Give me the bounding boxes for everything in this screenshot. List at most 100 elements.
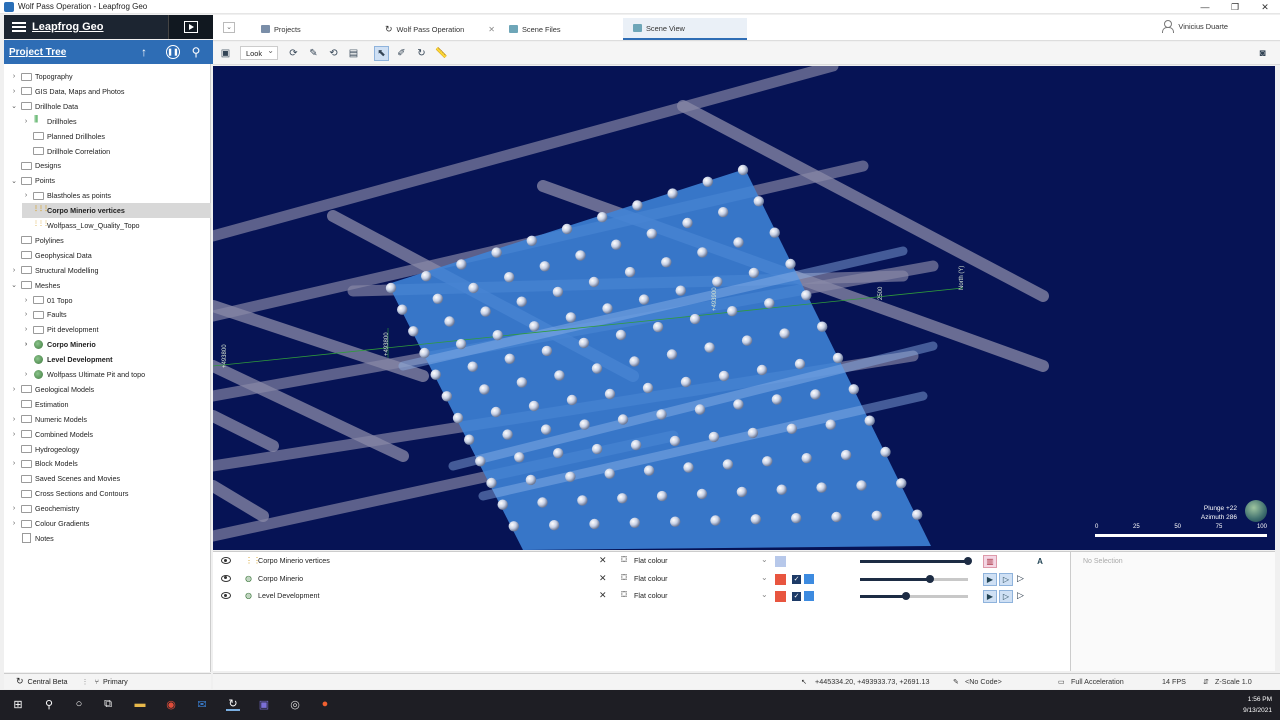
vertex-point[interactable] [652, 321, 664, 333]
vertex-point[interactable] [764, 298, 775, 309]
back-colour-swatch[interactable] [804, 591, 814, 601]
slider-handle[interactable] [902, 592, 911, 600]
vertex-point[interactable] [575, 250, 586, 261]
chevron-down-icon[interactable]: ⌄ [10, 102, 18, 110]
vertex-point[interactable] [753, 196, 764, 207]
vertex-point[interactable] [541, 345, 553, 357]
vertex-point[interactable] [656, 490, 668, 502]
vertex-point[interactable] [880, 446, 891, 458]
search-icon[interactable]: ⚲ [188, 44, 204, 60]
vertex-point[interactable] [419, 347, 430, 359]
vertex-point[interactable] [529, 321, 540, 332]
tree-item[interactable]: › Combined Models [10, 427, 211, 442]
tree-item[interactable]: › Structural Modelling [10, 263, 211, 278]
vertex-point[interactable] [718, 207, 729, 218]
vertex-point[interactable] [856, 480, 867, 491]
tree-item[interactable]: › Topography [10, 69, 211, 84]
slider-handle[interactable] [964, 557, 972, 565]
chevron-right-icon[interactable]: › [10, 73, 18, 80]
layer-row[interactable]: ◍ Corpo Minerio ✕ ⛋ Flat colour ⌄ ✓ ▶ ▷ ▷ [213, 571, 1068, 588]
vertex-point[interactable] [553, 448, 564, 459]
vertex-point[interactable] [791, 513, 802, 524]
maximize-icon[interactable]: ❐ [1220, 0, 1250, 14]
vertex-point[interactable] [667, 188, 678, 199]
vertex-point[interactable] [785, 258, 796, 270]
chevron-right-icon[interactable]: › [10, 88, 18, 95]
vertex-point[interactable] [683, 462, 694, 473]
vertex-point[interactable] [397, 304, 408, 315]
vertex-point[interactable] [710, 515, 721, 526]
chevron-right-icon[interactable]: › [10, 505, 18, 512]
slice-icon[interactable]: ▤ [346, 46, 361, 61]
vertex-point[interactable] [825, 419, 836, 430]
vertex-point[interactable] [750, 514, 761, 525]
step-animation-button[interactable]: ▷ [999, 590, 1013, 603]
hamburger-menu-icon[interactable] [12, 20, 26, 35]
vertex-point[interactable] [617, 493, 628, 504]
tab-scene-view[interactable]: Scene View [623, 18, 747, 40]
vertex-point[interactable] [694, 404, 706, 415]
vertex-point[interactable] [629, 517, 640, 528]
vertex-point[interactable] [733, 237, 744, 248]
vertex-point[interactable] [832, 352, 844, 364]
tree-item[interactable]: ⌄ Drillhole Data [10, 99, 211, 114]
teams-icon[interactable]: ▣ [257, 697, 271, 711]
tree-item[interactable]: Geophysical Data [10, 248, 211, 263]
vertex-point[interactable] [666, 349, 678, 360]
vertex-point[interactable] [786, 423, 797, 434]
play-scene-button[interactable] [168, 15, 213, 39]
tree-item[interactable]: Estimation [10, 397, 211, 412]
windows-start-icon[interactable]: ⊞ [11, 697, 25, 711]
vertex-point[interactable] [708, 431, 720, 443]
vertex-point[interactable] [741, 335, 753, 346]
vertex-point[interactable] [840, 449, 852, 461]
tree-item[interactable]: › Corpo Minerio [22, 337, 211, 352]
vertex-point[interactable] [630, 439, 642, 451]
vertex-point[interactable] [629, 356, 640, 367]
taskbar-clock[interactable]: 1:56 PM 9/13/2021 [1243, 694, 1272, 716]
close-icon[interactable]: ✕ [1250, 0, 1280, 14]
tree-item[interactable]: › Geological Models [10, 382, 211, 397]
chevron-right-icon[interactable]: › [10, 460, 18, 467]
opacity-slider[interactable] [860, 574, 968, 583]
slider-handle[interactable] [926, 574, 935, 583]
pen-icon[interactable]: ✐ [394, 46, 409, 61]
layer-row[interactable]: ⋮⋮ Corpo Minerio vertices ✕ ⛋ Flat colour ⌄ ▥ A [213, 553, 1068, 570]
rotate-icon[interactable]: ⟳ [286, 46, 301, 61]
vertex-point[interactable] [578, 337, 590, 349]
vertex-point[interactable] [432, 293, 443, 304]
vertex-point[interactable] [643, 465, 655, 476]
vertex-point[interactable] [801, 290, 812, 301]
vertex-point[interactable] [514, 452, 525, 463]
chevron-down-icon[interactable]: ⌄ [761, 573, 768, 582]
vertex-point[interactable] [577, 495, 588, 506]
vertex-point[interactable] [516, 296, 527, 307]
user-account[interactable]: Vinicius Duarte [1162, 20, 1228, 33]
vertex-point[interactable] [737, 164, 749, 176]
tree-item[interactable]: Notes [10, 531, 211, 546]
vertex-point[interactable] [539, 261, 550, 272]
vertex-point[interactable] [491, 247, 502, 258]
tree-item[interactable]: Designs [10, 158, 211, 173]
view-settings-icon[interactable]: ▣ [218, 46, 233, 61]
vertex-point[interactable] [486, 477, 497, 489]
vertex-point[interactable] [762, 456, 773, 467]
colour-mode-select[interactable]: Flat colour [634, 591, 668, 600]
search-icon[interactable]: ⚲ [42, 697, 56, 711]
eye-icon[interactable] [221, 592, 231, 599]
zscale-readout[interactable]: Z-Scale 1.0 [1215, 677, 1252, 686]
media-icon[interactable]: ● [318, 697, 332, 711]
vertex-point[interactable] [408, 326, 419, 337]
vertex-point[interactable] [540, 424, 552, 435]
tree-item[interactable]: ⌄ Meshes [10, 278, 211, 293]
vertex-point[interactable] [794, 358, 806, 370]
tree-item[interactable]: › Wolfpass Ultimate Pit and topo [22, 367, 211, 382]
vertex-point[interactable] [682, 217, 693, 229]
vertex-point[interactable] [549, 520, 560, 531]
colour-mode-select[interactable]: Flat colour [634, 574, 668, 583]
tab-scene-files[interactable]: Scene Files [509, 18, 561, 40]
vertex-point[interactable] [504, 353, 515, 364]
vertex-point[interactable] [430, 369, 441, 380]
vertex-point[interactable] [504, 272, 515, 283]
tree-item[interactable]: Level Development [22, 352, 211, 367]
